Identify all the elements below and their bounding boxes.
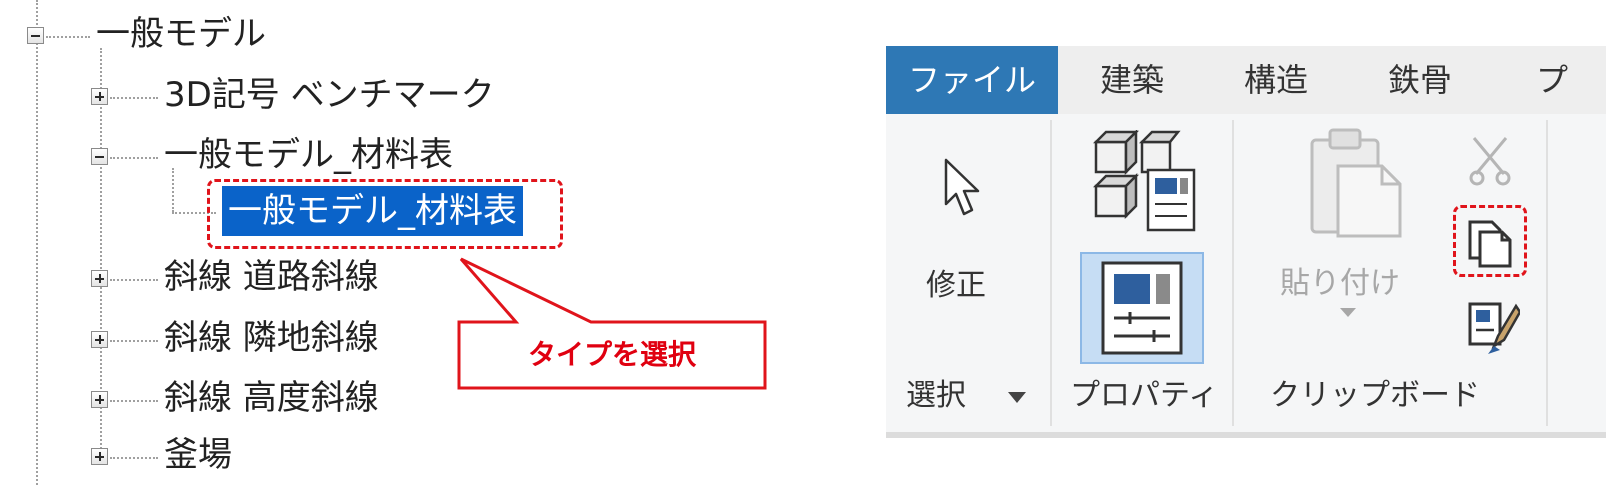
panel-title-properties[interactable]: プロパティ: [1070, 368, 1218, 424]
ribbon-tab-bar: ファイル 建築 構造 鉄骨 プ: [886, 46, 1606, 114]
paste-button-label[interactable]: 貼り付け: [1280, 258, 1400, 302]
ribbon: ファイル 建築 構造 鉄骨 プ 修正 選択 プロパティ 貼り付け クリップボード: [886, 46, 1606, 440]
tab-architecture[interactable]: 建築: [1100, 46, 1164, 114]
match-type-properties-icon[interactable]: [1466, 300, 1520, 356]
copy-highlight-box: [1453, 205, 1527, 277]
panel-separator: [1546, 120, 1548, 426]
paste-icon[interactable]: [1306, 126, 1406, 238]
panel-separator: [1050, 120, 1052, 426]
type-properties-icon[interactable]: [1090, 130, 1200, 236]
panel-separator: [1232, 120, 1234, 426]
tab-steel[interactable]: 鉄骨: [1388, 46, 1452, 114]
panel-title-clipboard[interactable]: クリップボード: [1270, 368, 1480, 424]
modify-button-label[interactable]: 修正: [926, 260, 986, 304]
cut-icon[interactable]: [1468, 134, 1512, 186]
cursor-arrow-icon[interactable]: [942, 158, 982, 218]
callout-text: タイプを選択: [527, 339, 696, 370]
ribbon-panels: 修正 選択 プロパティ 貼り付け クリップボード: [886, 114, 1606, 438]
tab-file[interactable]: ファイル: [886, 46, 1058, 114]
panel-title-select[interactable]: 選択: [906, 368, 966, 424]
dropdown-arrow-icon[interactable]: [1340, 308, 1356, 318]
tab-partial[interactable]: プ: [1536, 46, 1568, 114]
properties-icon: [1101, 261, 1183, 355]
dropdown-arrow-icon[interactable]: [1008, 392, 1026, 404]
tab-structure[interactable]: 構造: [1244, 46, 1308, 114]
